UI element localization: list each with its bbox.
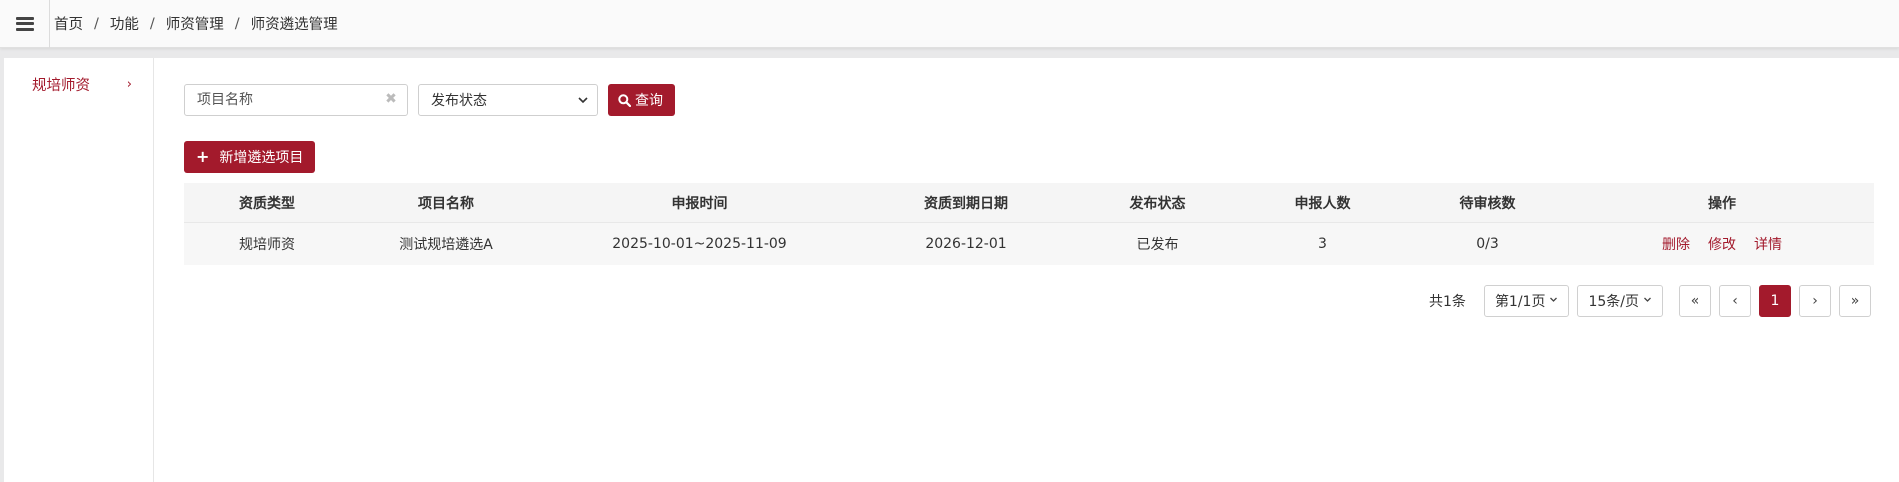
page-size-label: 15条/页 <box>1588 294 1639 310</box>
clear-icon[interactable]: ✖ <box>384 92 398 106</box>
page-info-select[interactable]: 第1/1页 <box>1483 285 1570 317</box>
project-name-input[interactable] <box>184 84 408 116</box>
column-header: 项目名称 <box>418 195 474 212</box>
column-header: 资质到期日期 <box>924 195 1008 212</box>
breadcrumb-faculty-management[interactable]: 师资管理 <box>164 13 226 34</box>
sidebar-item-label: 规培师资 <box>32 77 90 94</box>
top-bar: 首页 / 功能 / 师资管理 / 师资遴选管理 <box>0 0 1899 48</box>
cell-status: 已发布 <box>1136 237 1179 253</box>
sidebar: 规培师资 › <box>4 58 154 482</box>
last-page-button[interactable]: » <box>1839 285 1871 317</box>
filter-bar: ✖ 发布状态 查询 <box>184 84 675 116</box>
prev-page-button[interactable]: ‹ <box>1719 285 1751 317</box>
project-name-field-wrap: ✖ <box>184 84 408 116</box>
query-button-label: 查询 <box>635 93 663 109</box>
column-header: 发布状态 <box>1129 195 1186 212</box>
chevron-down-icon <box>577 91 589 114</box>
cell-actions: 删除 修改 详情 <box>1570 223 1874 265</box>
chevron-down-icon <box>1643 295 1652 307</box>
projects-table: 资质类型 项目名称 申报时间 资质到期日期 发布状态 申报人数 待审核数 操作 … <box>184 183 1874 265</box>
publish-status-value: 发布状态 <box>431 93 487 109</box>
column-header: 待审核数 <box>1459 195 1516 212</box>
breadcrumb-faculty-selection: 师资遴选管理 <box>250 17 338 33</box>
cell-applicants: 3 <box>1318 236 1327 252</box>
total-count: 共1条 <box>1429 294 1466 310</box>
column-header: 资质类型 <box>239 195 295 212</box>
main-panel: 规培师资 › ✖ 发布状态 查询 + 新增 <box>4 58 1899 482</box>
details-link[interactable]: 详情 <box>1754 234 1782 254</box>
cell-expire-date: 2026-12-01 <box>925 236 1007 252</box>
query-button[interactable]: 查询 <box>608 84 675 116</box>
page-info-label: 第1/1页 <box>1494 294 1546 310</box>
edit-link[interactable]: 修改 <box>1708 234 1736 254</box>
column-header: 申报人数 <box>1294 195 1351 212</box>
content-area: ✖ 发布状态 查询 + 新增遴选项目 资质类型 项目名称 <box>184 58 1899 482</box>
page-size-select[interactable]: 15条/页 <box>1577 285 1663 317</box>
next-page-button[interactable]: › <box>1799 285 1831 317</box>
cell-type: 规培师资 <box>239 237 295 253</box>
hamburger-icon <box>15 16 34 31</box>
first-page-button[interactable]: « <box>1679 285 1711 317</box>
page-1-button[interactable]: 1 <box>1759 285 1791 317</box>
chevron-right-icon: › <box>126 76 132 92</box>
cell-pending: 0/3 <box>1476 236 1499 252</box>
column-header: 操作 <box>1708 195 1736 212</box>
breadcrumb-separator: / <box>94 15 99 32</box>
breadcrumb-home[interactable]: 首页 <box>52 13 85 34</box>
breadcrumb-separator: / <box>149 15 155 32</box>
breadcrumb-separator: / <box>234 15 240 32</box>
menu-toggle-button[interactable] <box>0 0 50 48</box>
cell-name: 测试规培遴选A <box>399 237 493 253</box>
sidebar-item-training-faculty[interactable]: 规培师资 › <box>32 73 132 95</box>
table-row: 规培师资 测试规培遴选A 2025-10-01~2025-11-09 2026-… <box>184 223 1874 265</box>
delete-link[interactable]: 删除 <box>1662 234 1690 254</box>
plus-icon: + <box>196 147 210 166</box>
search-icon <box>618 93 631 107</box>
breadcrumb-function[interactable]: 功能 <box>108 13 141 34</box>
breadcrumb: 首页 / 功能 / 师资管理 / 师资遴选管理 <box>52 13 340 34</box>
cell-apply-time: 2025-10-01~2025-11-09 <box>612 236 787 252</box>
column-header: 申报时间 <box>671 195 728 212</box>
pagination: 共1条 第1/1页 15条/页 « ‹ 1 › » <box>1429 285 1871 317</box>
publish-status-select[interactable]: 发布状态 <box>418 84 598 116</box>
chevron-down-icon <box>1549 295 1558 307</box>
table-header: 资质类型 项目名称 申报时间 资质到期日期 发布状态 申报人数 待审核数 操作 <box>184 183 1874 223</box>
add-selection-project-button[interactable]: + 新增遴选项目 <box>184 141 316 173</box>
add-button-label: 新增遴选项目 <box>219 150 304 166</box>
